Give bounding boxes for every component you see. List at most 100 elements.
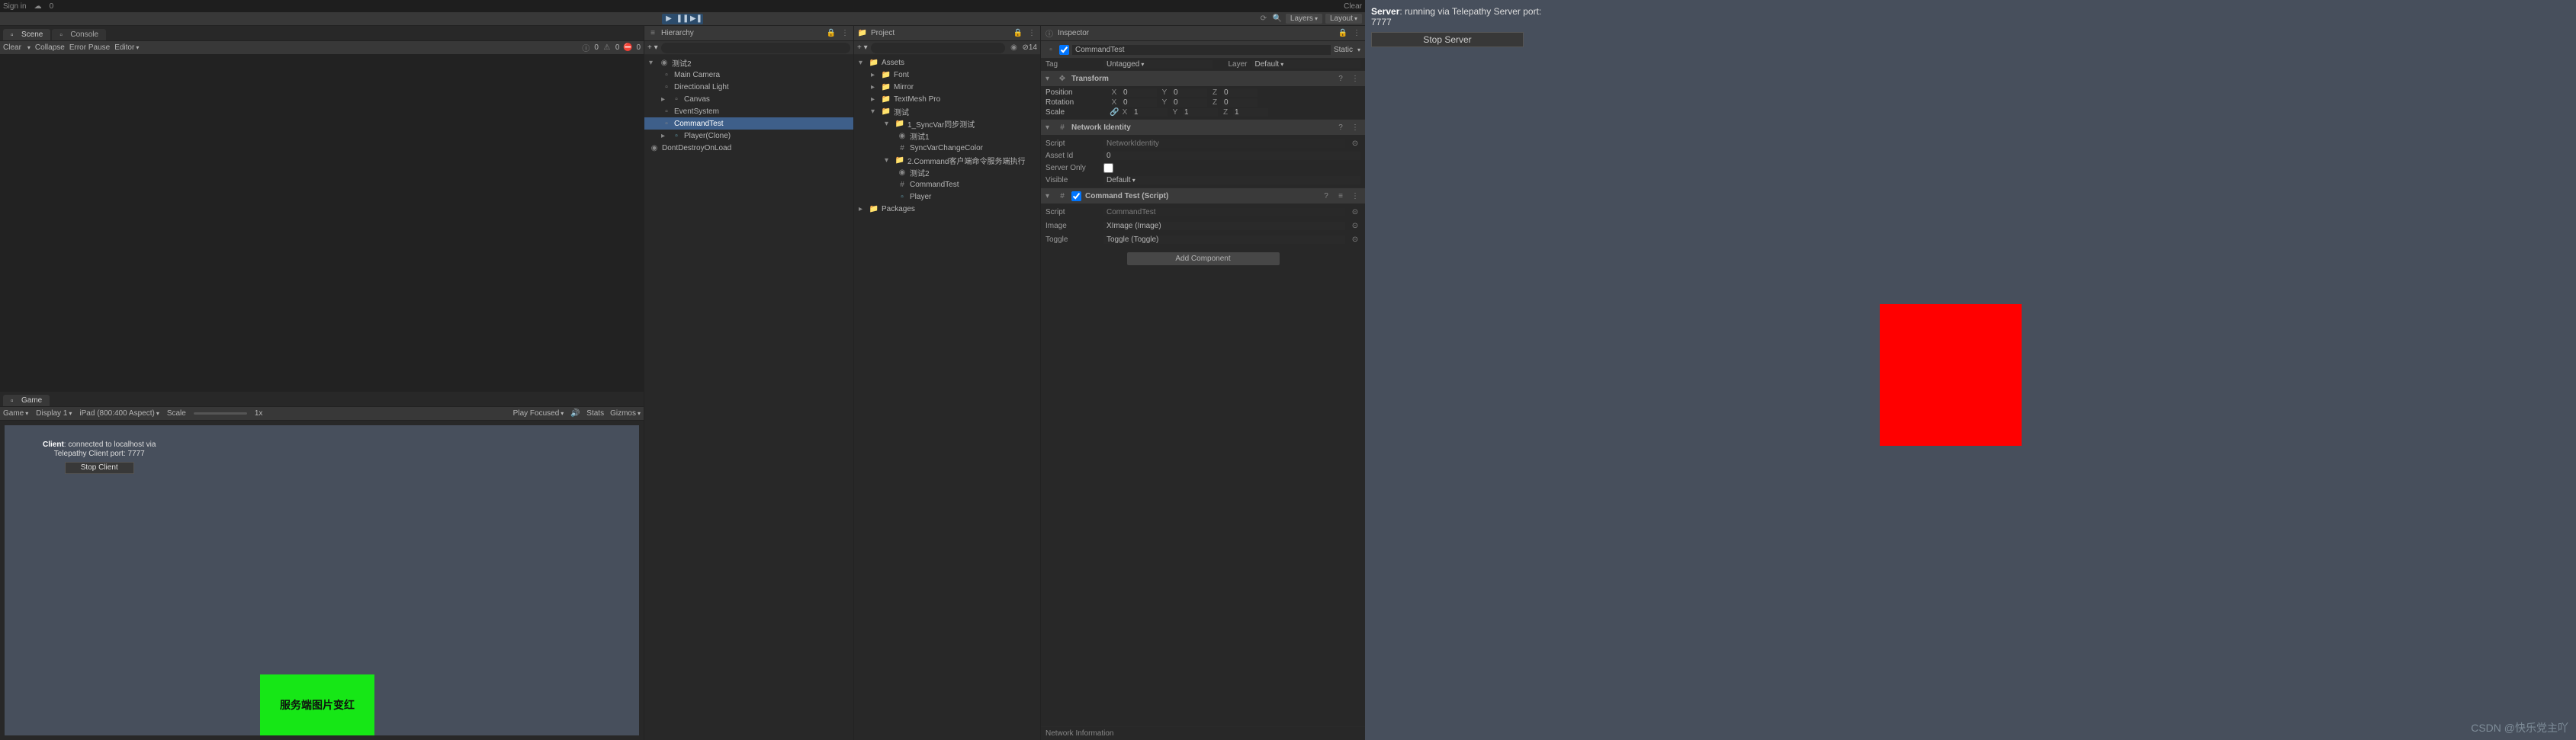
filter-icon[interactable]: ◉ (1008, 43, 1019, 53)
network-info-footer[interactable]: Network Information (1041, 726, 1365, 740)
target-icon[interactable]: ⊙ (1350, 220, 1360, 231)
menu-icon[interactable]: ⋮ (1350, 73, 1360, 84)
watermark: CSDN @快乐党主吖 (2471, 720, 2568, 735)
pos-y[interactable] (1172, 88, 1207, 97)
game-mode[interactable]: Game (3, 409, 28, 418)
asset-row[interactable]: ◉测试1 (854, 130, 1040, 142)
mute-icon[interactable]: 🔊 (570, 408, 580, 419)
topbar-clear[interactable]: Clear (1344, 2, 1362, 11)
aspect-dropdown[interactable]: iPad (800:400 Aspect) (79, 409, 159, 418)
tab-scene[interactable]: ▫Scene (3, 29, 50, 40)
warning-icon[interactable]: ⚠ (602, 43, 612, 53)
folder-row[interactable]: ▸📁TextMesh Pro (854, 93, 1040, 105)
console-collapse[interactable]: Collapse (35, 43, 65, 52)
object-name-input[interactable]: CommandTest (1072, 45, 1331, 55)
scene-row[interactable]: ▾◉测试2 (644, 56, 853, 69)
scl-z[interactable] (1233, 108, 1268, 117)
stop-server-button[interactable]: Stop Server (1371, 32, 1524, 47)
hierarchy-item[interactable]: ▸▫Canvas (644, 93, 853, 105)
play-controls: ▶ ❚❚ ▶❚ (662, 14, 703, 24)
hierarchy-item[interactable]: ▫Main Camera (644, 69, 853, 81)
folder-row[interactable]: ▸📁Mirror (854, 81, 1040, 93)
pause-button[interactable]: ❚❚ (676, 14, 689, 24)
create-dropdown[interactable]: + ▾ (857, 43, 868, 52)
console-view[interactable] (0, 55, 644, 391)
hierarchy-item[interactable]: ▫EventSystem (644, 105, 853, 117)
menu-icon[interactable]: ⋮ (1351, 28, 1362, 39)
folder-row[interactable]: ▾📁Assets (854, 56, 1040, 69)
hierarchy-search[interactable] (661, 43, 850, 53)
help-icon[interactable]: ? (1321, 191, 1331, 201)
tag-dropdown[interactable]: Untagged (1103, 60, 1213, 69)
game-view[interactable]: Client: connected to localhost via Telep… (5, 425, 639, 735)
scale-slider[interactable] (194, 412, 247, 415)
preset-icon[interactable]: ≡ (1335, 191, 1346, 201)
step-button[interactable]: ▶❚ (689, 14, 703, 24)
info-icon[interactable]: ⓘ (580, 43, 591, 53)
lock-icon[interactable]: 🔒 (826, 28, 837, 39)
error-icon[interactable]: ⛔ (622, 43, 633, 53)
folder-row[interactable]: ▾📁1_SyncVar同步测试 (854, 117, 1040, 130)
layout-dropdown[interactable]: Layout (1325, 14, 1362, 24)
scl-y[interactable] (1183, 108, 1218, 117)
target-icon[interactable]: ⊙ (1350, 234, 1360, 245)
asset-row[interactable]: ▫Player (854, 191, 1040, 203)
cloud-icon[interactable]: ☁ (33, 1, 43, 11)
asset-row[interactable]: #CommandTest (854, 178, 1040, 191)
rot-z[interactable] (1222, 98, 1257, 107)
hierarchy-item[interactable]: ◉DontDestroyOnLoad (644, 142, 853, 154)
pos-z[interactable] (1222, 88, 1257, 97)
component-enabled[interactable] (1071, 191, 1081, 201)
layers-dropdown[interactable]: Layers (1286, 14, 1322, 24)
menu-icon[interactable]: ⋮ (840, 28, 850, 39)
scl-x[interactable] (1132, 108, 1168, 117)
lock-icon[interactable]: 🔒 (1338, 28, 1348, 39)
toggle-ref[interactable]: Toggle (Toggle) (1103, 235, 1345, 244)
pos-x[interactable] (1122, 88, 1157, 97)
help-icon[interactable]: ? (1335, 122, 1346, 133)
change-color-button[interactable]: 服务端图片变红 (260, 674, 374, 735)
tab-console[interactable]: ▫Console (52, 29, 106, 40)
menu-icon[interactable]: ⋮ (1350, 122, 1360, 133)
folder-row[interactable]: ▾📁测试 (854, 105, 1040, 117)
project-search[interactable] (871, 43, 1006, 53)
menu-icon[interactable]: ⋮ (1350, 191, 1360, 201)
lock-icon[interactable]: 🔒 (1013, 28, 1023, 39)
rot-y[interactable] (1172, 98, 1207, 107)
target-icon[interactable]: ⊙ (1350, 138, 1360, 149)
layer-dropdown[interactable]: Default (1252, 60, 1361, 69)
console-clear[interactable]: Clear (3, 43, 21, 52)
static-dropdown[interactable] (1356, 46, 1360, 54)
hierarchy-item[interactable]: ▸▫Player(Clone) (644, 130, 853, 142)
serveronly-checkbox[interactable] (1103, 163, 1113, 173)
help-icon[interactable]: ? (1335, 73, 1346, 84)
asset-row[interactable]: #SyncVarChangeColor (854, 142, 1040, 154)
gizmos-dropdown[interactable]: Gizmos (610, 409, 641, 418)
stop-client-button[interactable]: Stop Client (65, 462, 134, 474)
signin-link[interactable]: Sign in (3, 2, 27, 11)
menu-icon[interactable]: ⋮ (1026, 28, 1037, 39)
stats-toggle[interactable]: Stats (586, 409, 604, 418)
play-button[interactable]: ▶ (662, 14, 676, 24)
enabled-checkbox[interactable] (1059, 45, 1069, 55)
folder-row[interactable]: ▾📁2.Command客户端命令服务端执行 (854, 154, 1040, 166)
target-icon[interactable]: ⊙ (1350, 207, 1360, 217)
create-dropdown[interactable]: + ▾ (647, 43, 658, 52)
folder-row[interactable]: ▸📁Font (854, 69, 1040, 81)
tab-game[interactable]: ▫Game (3, 395, 50, 406)
console-clear-menu[interactable] (26, 43, 31, 52)
console-errpause[interactable]: Error Pause (69, 43, 110, 52)
hierarchy-item[interactable]: ▫Directional Light (644, 81, 853, 93)
cloud-sync-icon[interactable]: ⟳ (1258, 14, 1269, 24)
visible-dropdown[interactable]: Default (1103, 176, 1360, 184)
image-ref[interactable]: XImage (Image) (1103, 222, 1345, 230)
search-icon[interactable]: 🔍 (1272, 14, 1283, 24)
rot-x[interactable] (1122, 98, 1157, 107)
folder-row[interactable]: ▸📁Packages (854, 203, 1040, 215)
display-dropdown[interactable]: Display 1 (36, 409, 72, 418)
add-component-button[interactable]: Add Component (1127, 252, 1280, 265)
asset-row[interactable]: ◉测试2 (854, 166, 1040, 178)
hierarchy-item-selected[interactable]: ▫CommandTest (644, 117, 853, 130)
console-editor[interactable]: Editor (114, 43, 139, 52)
playfocused-dropdown[interactable]: Play Focused (513, 409, 564, 418)
